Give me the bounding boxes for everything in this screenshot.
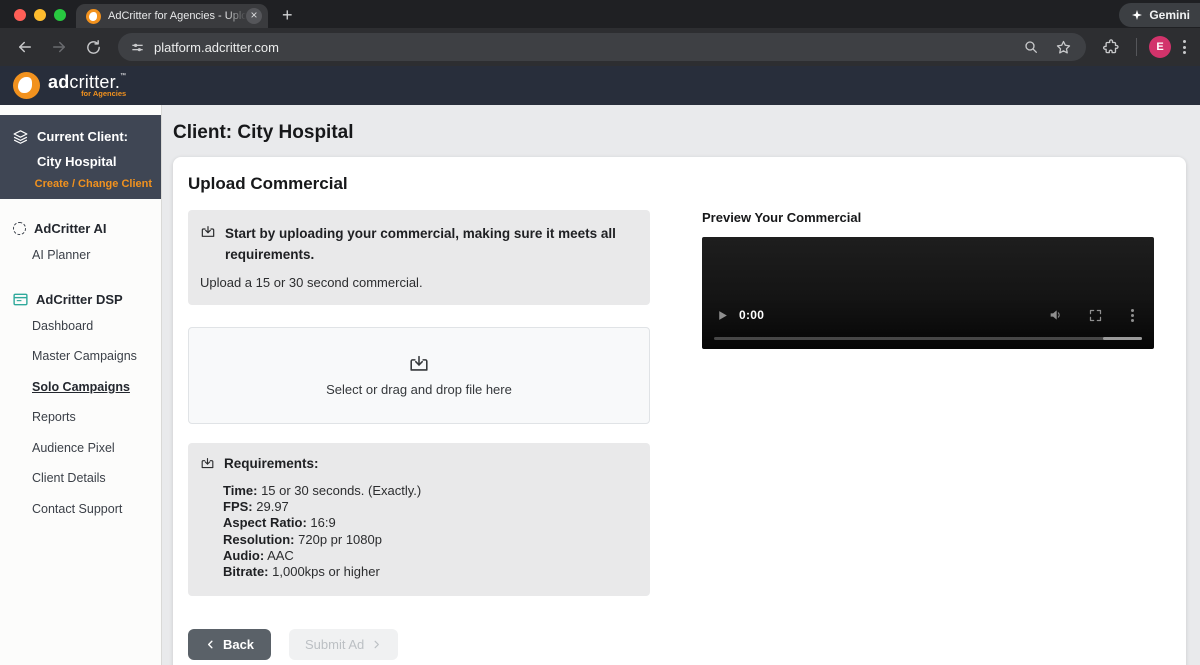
chevron-right-icon [371,639,382,650]
macos-traffic-lights[interactable] [14,9,66,21]
chevron-left-icon [205,639,216,650]
upload-card: Upload Commercial Start by uploading you… [173,157,1186,665]
back-icon[interactable] [12,34,38,60]
requirement-time: Time: 15 or 30 seconds. (Exactly.) [223,483,638,499]
forward-icon[interactable] [46,34,72,60]
browser-tab[interactable]: AdCritter for Agencies - Uplo × [76,4,268,28]
sidebar-item-ai-planner[interactable]: AI Planner [32,247,161,265]
sparkle-icon [1131,9,1143,21]
maximize-window-button[interactable] [54,9,66,21]
upload-instructions-box: Start by uploading your commercial, maki… [188,210,650,305]
requirement-fps: FPS: 29.97 [223,499,638,515]
video-progress-bar[interactable] [714,337,1142,340]
sidebar-item-master-campaigns[interactable]: Master Campaigns [32,348,161,366]
client-name: City Hospital [37,154,152,169]
browser-toolbar: platform.adcritter.com E [0,28,1200,66]
card-title: Upload Commercial [188,174,1171,194]
url-text[interactable]: platform.adcritter.com [154,40,1023,55]
brand-trademark: ™ [120,73,126,79]
upload-instructions-subtext: Upload a 15 or 30 second commercial. [200,275,638,290]
tab-close-icon[interactable]: × [246,8,262,24]
tab-title: AdCritter for Agencies - Uplo [108,10,246,22]
sidebar-item-client-details[interactable]: Client Details [32,470,161,488]
sidebar-nav: AdCritter AI AI Planner AdCritter DSP Da… [0,199,161,531]
adcritter-logo[interactable] [13,72,40,99]
sidebar: Current Client: City Hospital Create / C… [0,105,162,665]
play-icon[interactable] [716,309,729,322]
preview-title: Preview Your Commercial [702,210,1154,225]
layers-icon [12,128,29,145]
requirement-aspect-ratio: Aspect Ratio: 16:9 [223,515,638,531]
brand-ad: ad [48,72,69,92]
requirement-audio: Audio: AAC [223,548,638,564]
zoom-icon[interactable] [1023,39,1039,55]
current-client-box: Current Client: City Hospital Create / C… [0,115,161,199]
sidebar-item-dashboard[interactable]: Dashboard [32,318,161,336]
bookmark-star-icon[interactable] [1055,39,1072,56]
requirements-list: Time: 15 or 30 seconds. (Exactly.) FPS: … [223,483,638,581]
main-content: Client: City Hospital Upload Commercial … [162,105,1200,665]
adcritter-favicon [86,9,101,24]
sidebar-item-reports[interactable]: Reports [32,409,161,427]
requirement-resolution: Resolution: 720p pr 1080p [223,532,638,548]
back-button[interactable]: Back [188,629,271,660]
page-title: Client: City Hospital [173,122,1186,144]
browser-menu-icon[interactable] [1179,40,1190,54]
nav-section-adcritter-ai: AdCritter AI [13,221,161,236]
requirements-title: Requirements: [224,456,319,471]
gemini-label: Gemini [1149,8,1190,22]
minimize-window-button[interactable] [34,9,46,21]
brand-wordmark[interactable]: adcritter.™ for Agencies [48,73,126,98]
reload-icon[interactable] [80,34,106,60]
upload-instructions-text: Start by uploading your commercial, maki… [225,224,638,266]
file-dropzone[interactable]: Select or drag and drop file here [188,327,650,424]
dsp-screen-icon [13,292,28,307]
fullscreen-icon[interactable] [1088,308,1103,323]
gemini-button[interactable]: Gemini [1119,3,1200,27]
video-player[interactable]: 0:00 [702,237,1154,349]
submit-ad-button[interactable]: Submit Ad [289,629,398,660]
upload-icon [200,456,215,471]
upload-icon [408,353,430,375]
new-tab-button[interactable]: + [282,4,293,26]
toolbar-divider [1136,38,1137,56]
profile-avatar[interactable]: E [1149,36,1171,58]
app-header: adcritter.™ for Agencies [0,66,1200,105]
volume-icon[interactable] [1048,307,1064,323]
sidebar-item-solo-campaigns[interactable]: Solo Campaigns [32,379,161,397]
nav-section-adcritter-dsp: AdCritter DSP [13,292,161,307]
sidebar-item-audience-pixel[interactable]: Audience Pixel [32,440,161,458]
url-bar[interactable]: platform.adcritter.com [118,33,1086,61]
close-window-button[interactable] [14,9,26,21]
requirements-box: Requirements: Time: 15 or 30 seconds. (E… [188,443,650,596]
ai-circle-icon [13,222,26,235]
sidebar-item-contact-support[interactable]: Contact Support [32,501,161,519]
extensions-icon[interactable] [1098,34,1124,60]
browser-tab-strip: AdCritter for Agencies - Uplo × + Gemini [0,0,1200,28]
video-menu-icon[interactable] [1127,309,1138,322]
dropzone-label[interactable]: Select or drag and drop file here [326,382,512,397]
change-client-link[interactable]: Create / Change Client [12,178,152,190]
video-timestamp: 0:00 [739,308,764,322]
site-settings-icon[interactable] [130,40,145,55]
current-client-label: Current Client: [37,129,128,144]
upload-icon [200,224,216,266]
requirement-bitrate: Bitrate: 1,000kps or higher [223,564,638,580]
